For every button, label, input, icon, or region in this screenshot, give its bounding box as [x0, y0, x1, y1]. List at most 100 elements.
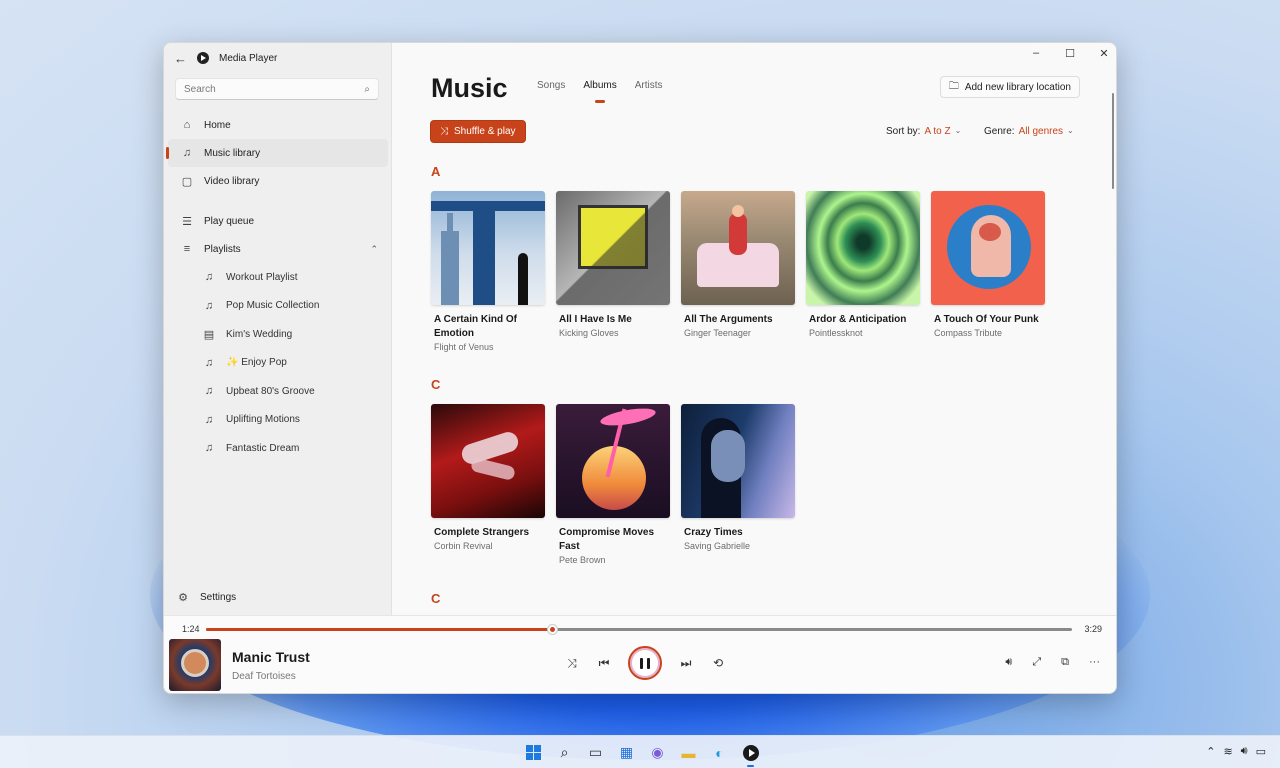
tab-albums[interactable]: Albums: [583, 80, 616, 97]
search-icon[interactable]: ⌕: [553, 741, 576, 764]
chat-icon[interactable]: ◉: [646, 741, 669, 764]
shuffle-play-button[interactable]: ⤨ Shuffle & play: [430, 120, 526, 143]
now-playing-artist[interactable]: Deaf Tortoises: [232, 671, 296, 682]
video-icon: ▢: [181, 175, 193, 188]
scrollbar[interactable]: [1112, 93, 1114, 189]
mini-player-icon[interactable]: ⧉: [1061, 656, 1069, 669]
add-library-label: Add new library location: [964, 81, 1071, 93]
album-artist: Pointlessknot: [809, 328, 863, 338]
file-explorer-icon[interactable]: ▬: [677, 741, 700, 764]
wifi-icon[interactable]: ≋: [1223, 745, 1232, 758]
chevron-up-icon[interactable]: ⌃: [1206, 745, 1215, 758]
pause-icon: [640, 657, 650, 669]
playlist-item[interactable]: ♫ Pop Music Collection: [168, 292, 388, 321]
now-playing-title[interactable]: Manic Trust: [232, 649, 310, 665]
gear-icon: ⚙: [178, 592, 188, 604]
album-cover: [681, 404, 795, 518]
album-tile[interactable]: Crazy Times Saving Gabrielle: [681, 404, 795, 553]
repeat-icon[interactable]: ⟲: [710, 656, 726, 670]
music-note-icon: ♫: [204, 271, 214, 284]
album-title: A Touch Of Your Punk: [934, 314, 1039, 325]
playlist-item[interactable]: ♫ Workout Playlist: [168, 263, 388, 292]
album-artist: Compass Tribute: [934, 328, 1003, 338]
playlist-item[interactable]: ♫ Uplifting Motions: [168, 406, 388, 435]
main-content: – ☐ ✕ Music Songs Albums Artists 🗀 Add n…: [392, 43, 1116, 615]
close-icon[interactable]: ✕: [1098, 47, 1110, 60]
album-tile[interactable]: All The Arguments Ginger Teenager: [681, 191, 795, 340]
nav-menu: ⌂ Home ♫ Music library ▢ Video library ☰…: [164, 111, 392, 463]
pause-button[interactable]: [628, 646, 662, 680]
nav-item-playlists[interactable]: ≡ Playlists ⌃: [168, 235, 388, 263]
genre-dropdown[interactable]: Genre: All genres ⌄: [984, 126, 1074, 137]
album-tile[interactable]: All I Have Is Me Kicking Gloves: [556, 191, 670, 340]
player-bar: 1:24 3:29 Manic Trust Deaf Tortoises ⤨ ⏮…: [164, 615, 1116, 693]
taskbar: ⌕ ▭ ▦ ◉ ▬ ◐ ⌃ ≋ 🔊︎ ▭: [0, 735, 1280, 768]
windows-start-icon[interactable]: [522, 741, 545, 764]
seek-bar[interactable]: [206, 624, 1072, 635]
playlist-item[interactable]: ♫ Fantastic Dream: [168, 434, 388, 463]
album-artist: Kicking Gloves: [559, 328, 619, 338]
music-note-icon: ♫: [204, 413, 214, 426]
album-tile[interactable]: A Certain Kind Of Emotion Flight of Venu…: [431, 191, 545, 354]
edge-icon[interactable]: ◐: [708, 741, 731, 764]
next-track-icon[interactable]: ⏭: [678, 656, 694, 671]
album-cover: [556, 191, 670, 305]
album-title: Compromise Moves Fast: [559, 527, 655, 552]
sidebar: ← Media Player ⌕ ⌂ Home ♫ Music library …: [164, 43, 392, 615]
album-title: Complete Strangers: [434, 527, 530, 538]
media-player-icon[interactable]: [739, 741, 762, 767]
nav-item-label: Music library: [204, 147, 261, 159]
album-artist: Corbin Revival: [434, 541, 493, 551]
album-tile[interactable]: Compromise Moves Fast Pete Brown: [556, 404, 670, 567]
section-letter[interactable]: A: [431, 164, 440, 179]
settings-button[interactable]: ⚙ Settings: [176, 591, 236, 604]
music-note-icon: ♫: [204, 442, 214, 455]
taskbar-icons: ⌕ ▭ ▦ ◉ ▬ ◐: [522, 741, 762, 767]
music-note-icon: ♫: [182, 147, 192, 159]
chevron-up-icon[interactable]: ⌃: [370, 244, 378, 255]
shuffle-label: Shuffle & play: [454, 126, 516, 137]
more-options-icon[interactable]: ···: [1089, 656, 1100, 669]
system-tray: ⌃ ≋ 🔊︎ ▭: [1206, 745, 1266, 758]
maximize-icon[interactable]: ☐: [1064, 47, 1076, 60]
album-artist: Flight of Venus: [434, 342, 494, 352]
album-tile[interactable]: Ardor & Anticipation Pointlessknot: [806, 191, 920, 340]
album-artist: Saving Gabrielle: [684, 541, 751, 551]
add-library-location-button[interactable]: 🗀 Add new library location: [939, 76, 1080, 98]
volume-icon[interactable]: 🔊︎: [1005, 656, 1012, 669]
album-artist: Pete Brown: [559, 555, 606, 565]
task-view-icon[interactable]: ▭: [584, 741, 607, 764]
playlist-item[interactable]: ♫ ✨ Enjoy Pop: [168, 349, 388, 378]
search-input[interactable]: [184, 83, 365, 95]
widgets-icon[interactable]: ▦: [615, 741, 638, 764]
playlist-item[interactable]: ▤ Kim's Wedding: [168, 320, 388, 349]
album-title: A Certain Kind Of Emotion: [434, 314, 517, 339]
tab-artists[interactable]: Artists: [635, 80, 663, 97]
sort-dropdown[interactable]: Sort by: A to Z ⌄: [886, 126, 961, 137]
playlist-item[interactable]: ♫ Upbeat 80's Groove: [168, 377, 388, 406]
album-tile[interactable]: A Touch Of Your Punk Compass Tribute: [931, 191, 1045, 340]
search-icon[interactable]: ⌕: [364, 84, 370, 95]
volume-icon[interactable]: 🔊︎: [1241, 745, 1248, 758]
nav-item-music-library[interactable]: ♫ Music library: [166, 139, 388, 167]
nav-item-video-library[interactable]: ▢ Video library: [168, 167, 388, 195]
shuffle-icon[interactable]: ⤨: [564, 656, 580, 671]
minimize-icon[interactable]: –: [1030, 47, 1042, 60]
seek-bar-fill: [206, 628, 553, 631]
search-box[interactable]: ⌕: [175, 78, 379, 100]
player-extra-controls: 🔊︎ ⤢ ⧉ ···: [1005, 656, 1100, 669]
section-letter[interactable]: C: [431, 377, 440, 392]
nav-item-home[interactable]: ⌂ Home: [168, 111, 388, 139]
seek-bar-thumb[interactable]: [547, 624, 559, 635]
battery-icon[interactable]: ▭: [1256, 745, 1266, 758]
section-letter[interactable]: C: [431, 591, 440, 606]
back-arrow-icon[interactable]: ←: [174, 51, 187, 66]
previous-track-icon[interactable]: ⏮: [596, 656, 612, 671]
album-title: Ardor & Anticipation: [809, 314, 907, 325]
tab-songs[interactable]: Songs: [537, 80, 565, 97]
nav-item-play-queue[interactable]: ☰ Play queue: [168, 207, 388, 235]
nav-item-label: Play queue: [204, 215, 255, 227]
now-playing-art[interactable]: [169, 639, 221, 691]
fullscreen-icon[interactable]: ⤢: [1032, 656, 1041, 669]
album-tile[interactable]: Complete Strangers Corbin Revival: [431, 404, 545, 553]
